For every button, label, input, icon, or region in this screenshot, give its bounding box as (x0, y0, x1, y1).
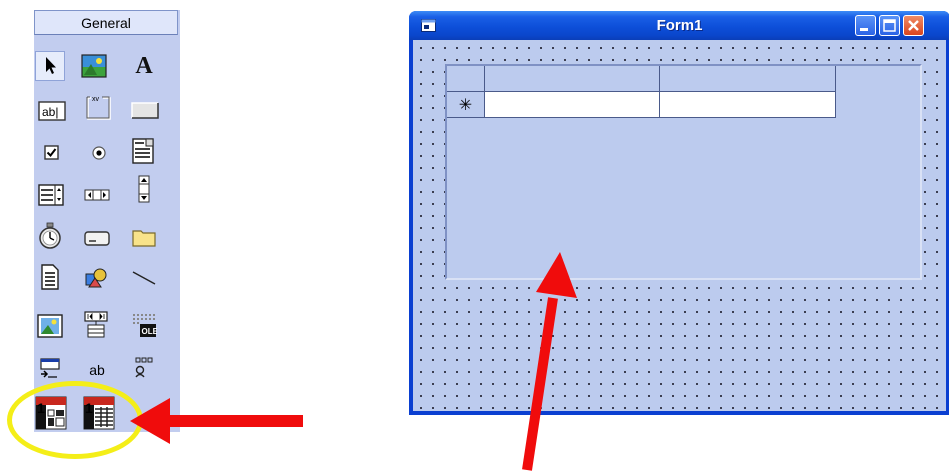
arrow-to-grid (522, 252, 577, 471)
arrow-to-toolbox (130, 398, 303, 444)
annotation-layer (130, 252, 577, 471)
